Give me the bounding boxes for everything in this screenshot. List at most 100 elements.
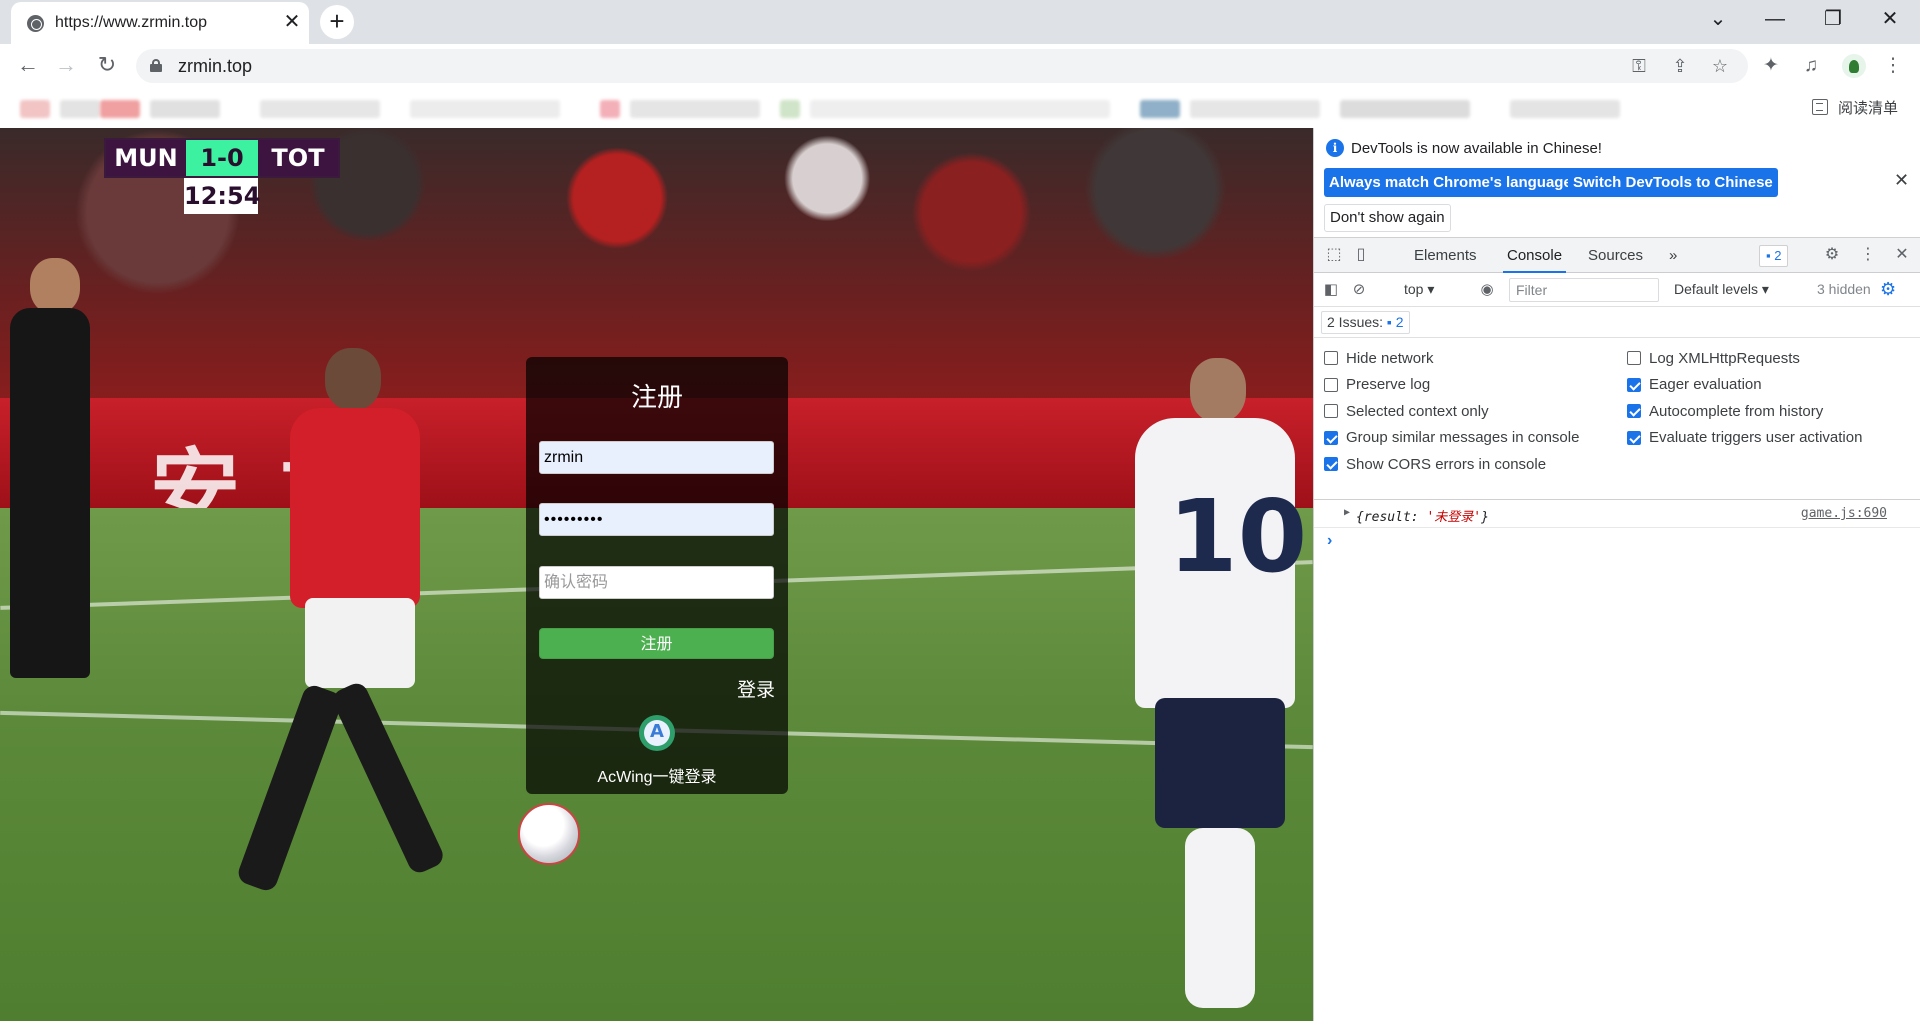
devtools-panel: i DevTools is now available in Chinese! … [1313,128,1920,1021]
url-text[interactable]: zrmin.top [178,56,252,77]
settings-gear-icon[interactable]: ⚙ [1822,245,1842,265]
media-icon[interactable]: ♫ [1797,52,1825,80]
checkbox[interactable] [1627,377,1641,392]
login-link[interactable]: 登录 [737,675,775,702]
key-icon[interactable]: ⚿ [1626,54,1652,78]
bookmark-item[interactable] [810,100,1110,118]
console-log-entry[interactable]: ▶ {result: '未登录'} game.js:690 [1314,500,1920,528]
bookmark-item[interactable] [600,100,620,118]
tab-close-icon[interactable]: ✕ [281,11,303,33]
tab-console[interactable]: Console [1503,238,1567,273]
setting-option[interactable]: Evaluate triggers user activation [1627,428,1862,448]
bookmark-item[interactable] [20,100,50,118]
setting-option[interactable]: Group similar messages in console [1324,428,1579,448]
reload-icon[interactable]: ↻ [91,50,123,82]
context-selector[interactable]: top ▾ [1404,281,1434,298]
bookmark-item[interactable] [1340,100,1470,118]
browser-toolbar: ← → ↻ zrmin.top ⚿ ⇪ ☆ ✦ ♫ ⋮ [0,44,1920,86]
inspect-element-icon[interactable]: ⬚ [1324,245,1344,265]
bookmark-item[interactable] [780,100,800,118]
new-tab-button[interactable]: + [320,5,354,39]
reading-list-button[interactable]: 阅读清单 [1811,97,1898,117]
issues-badge-count: 2 [1774,248,1782,263]
star-icon[interactable]: ☆ [1707,54,1733,78]
console-settings-icon[interactable]: ⚙ [1880,279,1896,300]
sidebar-toggle-icon[interactable]: ◧ [1322,281,1340,299]
close-devtools-icon[interactable]: ✕ [1892,245,1912,265]
maximize-button[interactable]: ❐ [1813,4,1853,34]
customize-kebab-icon[interactable]: ⋮ [1858,245,1878,265]
bookmark-item[interactable] [150,100,220,118]
reading-list-icon [1811,99,1828,115]
expand-arrow-icon[interactable]: ▶ [1344,507,1350,518]
issues-badge[interactable]: ▪ 2 [1759,245,1789,267]
tab-elements[interactable]: Elements [1410,238,1481,273]
setting-option[interactable]: Preserve log [1324,375,1430,395]
checkbox[interactable] [1627,351,1641,365]
switch-chinese-button[interactable]: Switch DevTools to Chinese [1568,168,1778,197]
extensions-icon[interactable]: ✦ [1757,52,1785,80]
setting-option[interactable]: Selected context only [1324,401,1489,421]
bookmark-item[interactable] [100,100,140,118]
checkbox[interactable] [1627,404,1641,418]
checkbox[interactable] [1627,430,1641,445]
acwing-logo-icon[interactable]: A [639,715,675,751]
username-input[interactable]: zrmin [539,441,774,474]
log-levels-dropdown[interactable]: Default levels ▾ [1674,281,1769,298]
bookmark-item[interactable] [1140,100,1180,118]
banner-close-icon[interactable]: ✕ [1894,170,1909,191]
setting-option[interactable]: Autocomplete from history [1627,401,1823,421]
issues-label: 2 Issues: [1327,314,1384,330]
issues-count: ▪ 2 [1386,314,1404,330]
setting-option[interactable]: Eager evaluation [1627,375,1762,395]
menu-kebab-icon[interactable]: ⋮ [1879,52,1907,80]
back-arrow-icon[interactable]: ← [12,50,44,82]
setting-label: Eager evaluation [1649,376,1762,393]
match-language-button[interactable]: Always match Chrome's language [1324,168,1577,197]
setting-label: Group similar messages in console [1346,429,1580,446]
browser-tab[interactable]: https://www.zrmin.top ✕ [11,2,309,44]
setting-option[interactable]: Log XMLHttpRequests [1627,348,1800,368]
dont-show-again-button[interactable]: Don't show again [1324,204,1451,232]
bookmark-item[interactable] [60,100,100,118]
address-bar[interactable]: zrmin.top ⚿ ⇪ ☆ [136,49,1748,83]
checkbox[interactable] [1324,430,1338,445]
share-icon[interactable]: ⇪ [1667,54,1693,78]
bookmark-item[interactable] [410,100,560,118]
lock-icon[interactable] [150,59,162,72]
password-input[interactable]: ••••••••• [539,503,774,536]
acwing-login-link[interactable]: AcWing一键登录 [526,763,788,787]
checkbox[interactable] [1324,351,1338,365]
tab-sources[interactable]: Sources [1584,238,1647,273]
reading-list-label: 阅读清单 [1837,99,1898,117]
clear-console-icon[interactable]: ⊘ [1350,281,1368,299]
bookmark-item[interactable] [630,100,760,118]
more-tabs-icon[interactable]: » [1665,238,1681,273]
confirm-password-input[interactable]: 确认密码 [539,566,774,599]
bookmark-item[interactable] [260,100,380,118]
bookmark-item[interactable] [1510,100,1620,118]
log-source-link[interactable]: game.js:690 [1801,506,1887,521]
close-window-button[interactable]: ✕ [1870,4,1910,34]
console-prompt[interactable]: › [1327,532,1332,550]
page-viewport: 安加 10 MUN 1-0 TOT 12:54 注册 zrmin •••••••… [0,128,1313,1021]
scoreboard: MUN 1-0 TOT [104,138,340,178]
tab-search-icon[interactable]: ⌄ [1698,4,1738,34]
log-object[interactable]: {result: '未登录'} [1356,506,1489,525]
filter-input[interactable]: Filter [1509,278,1659,302]
device-toolbar-icon[interactable]: ▯ [1351,245,1371,265]
checkbox[interactable] [1324,457,1338,471]
register-button[interactable]: 注册 [539,628,774,659]
setting-option[interactable]: Show CORS errors in console [1324,454,1546,474]
checkbox[interactable] [1324,377,1338,392]
info-icon: i [1326,139,1344,157]
issues-button[interactable]: 2 Issues: ▪ 2 [1321,311,1410,334]
forward-arrow-icon[interactable]: → [50,50,82,82]
white-player-figure: 10 [1120,358,1310,1018]
minimize-button[interactable]: — [1755,4,1795,34]
setting-option[interactable]: Hide network [1324,348,1434,368]
bookmark-item[interactable] [1190,100,1320,118]
profile-avatar[interactable] [1842,54,1866,78]
checkbox[interactable] [1324,404,1338,418]
eye-icon[interactable]: ◉ [1478,281,1496,299]
